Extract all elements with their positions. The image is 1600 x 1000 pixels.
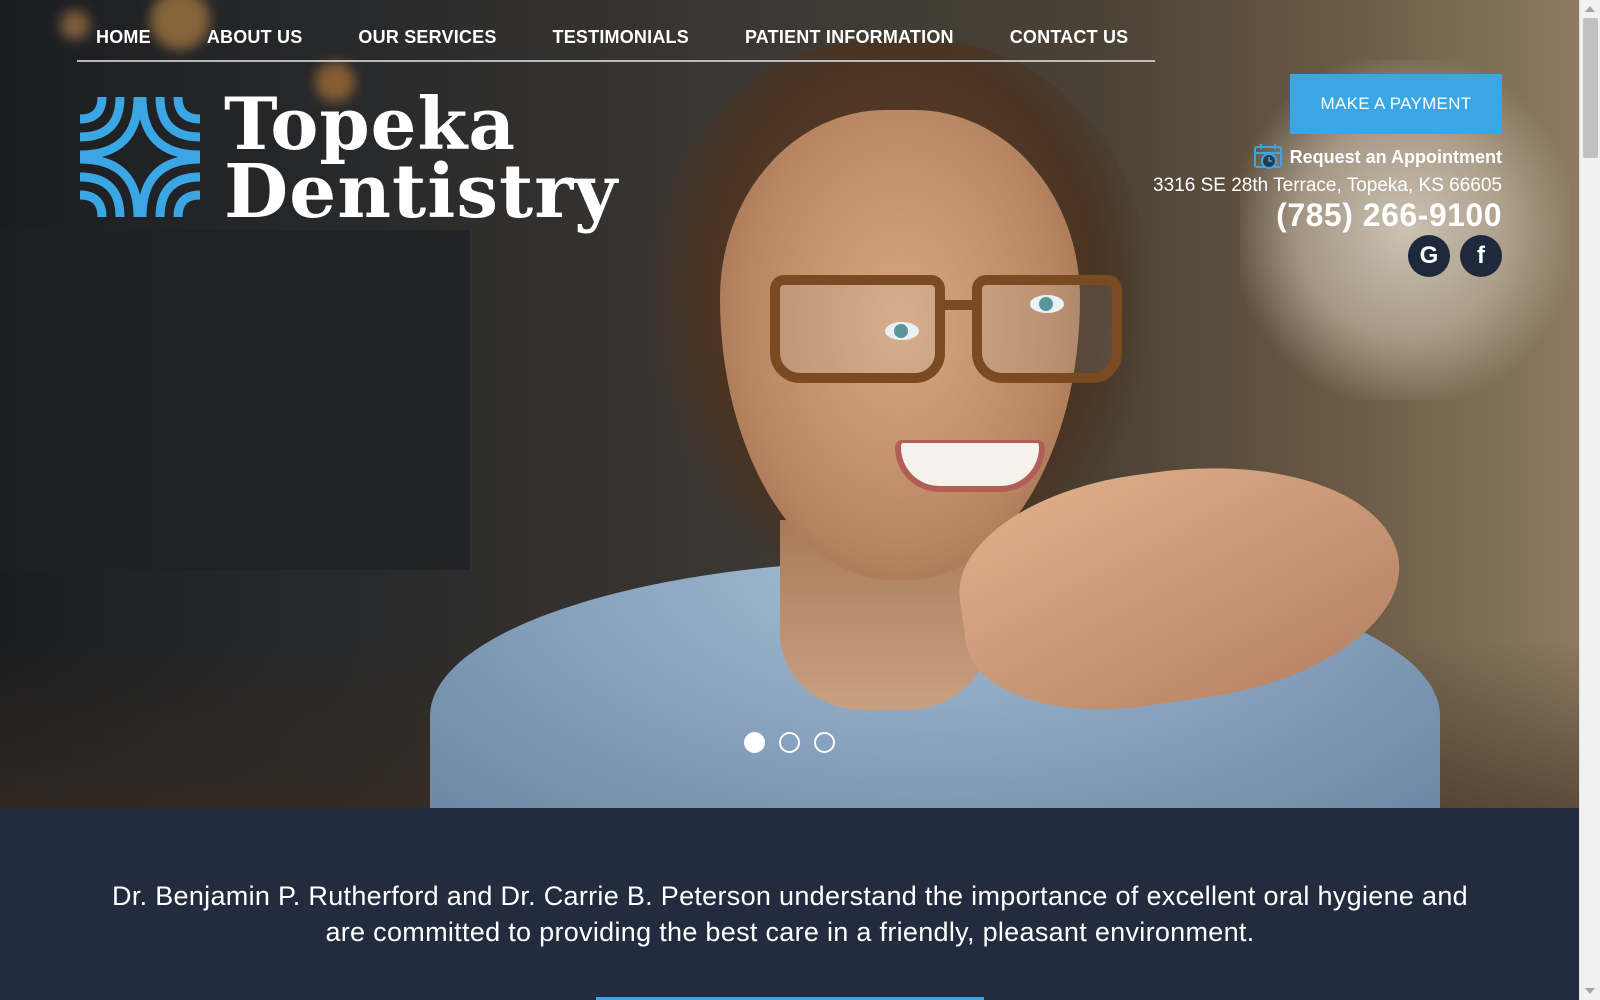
scroll-thumb[interactable] — [1583, 18, 1598, 158]
google-icon[interactable]: G — [1408, 235, 1450, 277]
intro-text: Dr. Benjamin P. Rutherford and Dr. Carri… — [112, 881, 1468, 947]
logo-mark-icon — [79, 96, 201, 218]
nav-item-patient-information[interactable]: PATIENT INFORMATION — [745, 27, 954, 48]
nav-item-contact-us[interactable]: CONTACT US — [1010, 27, 1129, 48]
request-appointment-label: Request an Appointment — [1289, 146, 1502, 167]
site-logo[interactable]: Topeka Dentistry — [76, 81, 619, 235]
nav-item-testimonials[interactable]: TESTIMONIALS — [553, 27, 689, 48]
phone-number[interactable]: (785) 266-9100 — [1276, 197, 1502, 234]
slide-dot-3[interactable] — [814, 732, 835, 753]
logo-wordmark: Topeka Dentistry — [224, 81, 619, 235]
office-address: 3316 SE 28th Terrace, Topeka, KS 66605 — [1153, 175, 1502, 196]
person-glasses-right — [972, 275, 1122, 383]
nav-item-about-us[interactable]: ABOUT US — [207, 27, 303, 48]
scroll-down-arrow-icon[interactable] — [1585, 988, 1595, 994]
social-links: G f — [1408, 235, 1502, 277]
person-glasses-left — [770, 275, 945, 383]
nav-item-our-services[interactable]: OUR SERVICES — [358, 27, 496, 48]
slide-dot-1[interactable] — [744, 732, 765, 753]
main-navigation: HOME ABOUT US OUR SERVICES TESTIMONIALS … — [77, 14, 1155, 62]
slideshow-pagination — [744, 732, 835, 753]
nav-item-home[interactable]: HOME — [96, 27, 151, 48]
slide-dot-2[interactable] — [779, 732, 800, 753]
intro-section: Dr. Benjamin P. Rutherford and Dr. Carri… — [0, 808, 1579, 1000]
person-smile — [895, 440, 1045, 492]
logo-line-dentistry: Dentistry — [224, 149, 619, 235]
background-chalkboard — [0, 230, 470, 570]
scroll-up-arrow-icon[interactable] — [1585, 6, 1595, 12]
request-appointment-link[interactable]: Request an Appointment — [1253, 143, 1502, 171]
facebook-icon[interactable]: f — [1460, 235, 1502, 277]
calendar-clock-icon — [1253, 144, 1282, 169]
logo-line-topeka: Topeka — [224, 81, 517, 166]
page-scrollbar[interactable] — [1579, 0, 1600, 1000]
make-payment-button[interactable]: MAKE A PAYMENT — [1290, 74, 1502, 134]
